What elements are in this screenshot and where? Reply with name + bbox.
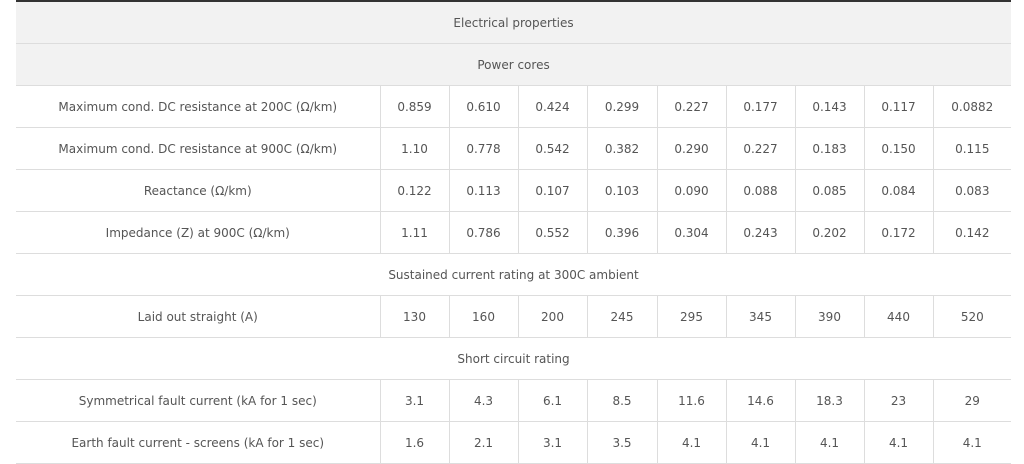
- row-label: Reactance (Ω/km): [16, 169, 381, 212]
- row-label: Maximum cond. DC resistance at 900C (Ω/k…: [16, 127, 381, 170]
- value-cell: 0.088: [726, 169, 796, 212]
- section-title-short-circuit: Short circuit rating: [16, 337, 1012, 380]
- section-row-short-circuit: Short circuit rating: [16, 337, 1012, 380]
- value-cell: 0.122: [380, 169, 450, 212]
- value-cell: 0.610: [449, 85, 519, 128]
- value-cell: 0.396: [587, 211, 658, 254]
- table-row: Laid out straight (A) 130 160 200 245 29…: [16, 295, 1012, 338]
- value-cell: 345: [726, 295, 796, 338]
- value-cell: 295: [657, 295, 727, 338]
- table-row: Maximum cond. DC resistance at 200C (Ω/k…: [16, 85, 1012, 128]
- value-cell: 8.5: [587, 379, 658, 422]
- electrical-properties-table: Electrical properties Power cores Maximu…: [16, 0, 1012, 464]
- table-header-row: Electrical properties: [16, 0, 1012, 44]
- value-cell: 18.3: [795, 379, 865, 422]
- table-row: Reactance (Ω/km) 0.122 0.113 0.107 0.103…: [16, 169, 1012, 212]
- section-title-power-cores: Power cores: [16, 43, 1012, 86]
- value-cell: 4.1: [795, 421, 865, 464]
- value-cell: 0.778: [449, 127, 519, 170]
- value-cell: 0.202: [795, 211, 865, 254]
- table-row: Impedance (Z) at 900C (Ω/km) 1.11 0.786 …: [16, 211, 1012, 254]
- value-cell: 0.304: [657, 211, 727, 254]
- value-cell: 0.083: [933, 169, 1012, 212]
- value-cell: 0.177: [726, 85, 796, 128]
- value-cell: 0.290: [657, 127, 727, 170]
- value-cell: 0.0882: [933, 85, 1012, 128]
- value-cell: 0.090: [657, 169, 727, 212]
- value-cell: 3.1: [518, 421, 588, 464]
- value-cell: 4.1: [933, 421, 1012, 464]
- value-cell: 0.859: [380, 85, 450, 128]
- value-cell: 0.786: [449, 211, 519, 254]
- value-cell: 1.10: [380, 127, 450, 170]
- value-cell: 1.6: [380, 421, 450, 464]
- value-cell: 1.11: [380, 211, 450, 254]
- value-cell: 29: [933, 379, 1012, 422]
- value-cell: 0.084: [864, 169, 934, 212]
- value-cell: 0.299: [587, 85, 658, 128]
- value-cell: 245: [587, 295, 658, 338]
- value-cell: 160: [449, 295, 519, 338]
- value-cell: 14.6: [726, 379, 796, 422]
- value-cell: 130: [380, 295, 450, 338]
- value-cell: 4.1: [864, 421, 934, 464]
- section-title-sustained-current: Sustained current rating at 300C ambient: [16, 253, 1012, 296]
- value-cell: 2.1: [449, 421, 519, 464]
- table-row: Symmetrical fault current (kA for 1 sec)…: [16, 379, 1012, 422]
- value-cell: 390: [795, 295, 865, 338]
- table-row: Maximum cond. DC resistance at 900C (Ω/k…: [16, 127, 1012, 170]
- value-cell: 0.243: [726, 211, 796, 254]
- value-cell: 0.142: [933, 211, 1012, 254]
- value-cell: 0.113: [449, 169, 519, 212]
- value-cell: 0.542: [518, 127, 588, 170]
- value-cell: 0.227: [726, 127, 796, 170]
- value-cell: 4.1: [726, 421, 796, 464]
- row-label: Earth fault current - screens (kA for 1 …: [16, 421, 381, 464]
- value-cell: 0.172: [864, 211, 934, 254]
- row-label: Laid out straight (A): [16, 295, 381, 338]
- section-row-power-cores: Power cores: [16, 43, 1012, 86]
- value-cell: 4.1: [657, 421, 727, 464]
- value-cell: 0.143: [795, 85, 865, 128]
- value-cell: 0.117: [864, 85, 934, 128]
- table-row: Earth fault current - screens (kA for 1 …: [16, 421, 1012, 464]
- table-header-cell: Electrical properties: [16, 0, 1012, 44]
- value-cell: 520: [933, 295, 1012, 338]
- value-cell: 0.150: [864, 127, 934, 170]
- row-label: Maximum cond. DC resistance at 200C (Ω/k…: [16, 85, 381, 128]
- value-cell: 200: [518, 295, 588, 338]
- value-cell: 0.103: [587, 169, 658, 212]
- value-cell: 0.382: [587, 127, 658, 170]
- value-cell: 0.227: [657, 85, 727, 128]
- value-cell: 0.115: [933, 127, 1012, 170]
- value-cell: 4.3: [449, 379, 519, 422]
- value-cell: 440: [864, 295, 934, 338]
- value-cell: 0.552: [518, 211, 588, 254]
- row-label: Symmetrical fault current (kA for 1 sec): [16, 379, 381, 422]
- table-body: Electrical properties Power cores Maximu…: [16, 0, 1012, 464]
- value-cell: 3.1: [380, 379, 450, 422]
- value-cell: 0.085: [795, 169, 865, 212]
- row-label: Impedance (Z) at 900C (Ω/km): [16, 211, 381, 254]
- value-cell: 23: [864, 379, 934, 422]
- value-cell: 0.183: [795, 127, 865, 170]
- value-cell: 0.424: [518, 85, 588, 128]
- value-cell: 0.107: [518, 169, 588, 212]
- value-cell: 3.5: [587, 421, 658, 464]
- section-row-sustained-current: Sustained current rating at 300C ambient: [16, 253, 1012, 296]
- electrical-properties-table-wrapper: Electrical properties Power cores Maximu…: [16, 0, 1012, 464]
- value-cell: 6.1: [518, 379, 588, 422]
- value-cell: 11.6: [657, 379, 727, 422]
